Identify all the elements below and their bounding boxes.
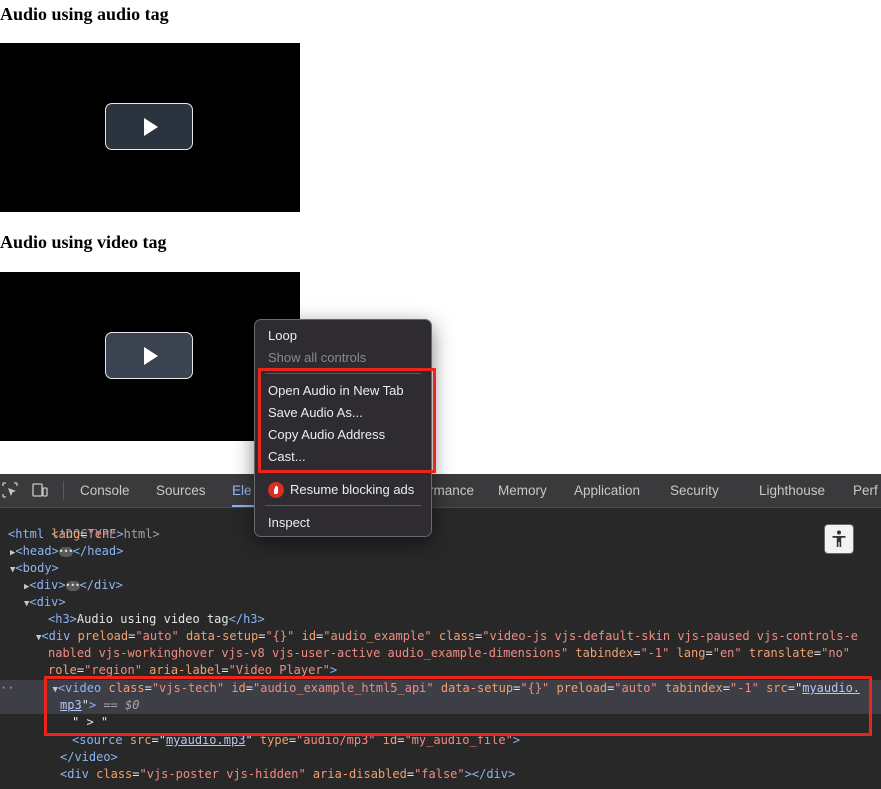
dom-line-poster[interactable]: <div class="vjs-poster vjs-hidden" aria-… [0, 766, 881, 783]
devtools-tab-bar: Console Sources Ele rmance Memory Applic… [0, 474, 881, 508]
dom-line-div-collapsed[interactable]: ▶<div>•••</div> [0, 577, 881, 594]
devtools-panel: Console Sources Ele rmance Memory Applic… [0, 474, 881, 789]
play-button[interactable] [105, 332, 193, 379]
dom-line-h3[interactable]: <h3>Audio using video tag</h3> [0, 611, 881, 628]
video-element-highlight-box [44, 676, 872, 736]
tab-security[interactable]: Security [670, 474, 719, 507]
menu-item-show-all-controls: Show all controls [268, 350, 367, 365]
play-button[interactable] [105, 103, 193, 150]
device-toolbar-icon[interactable] [32, 482, 48, 498]
dom-line-head[interactable]: ▶<head>•••</head> [0, 543, 881, 560]
heading-video-tag: Audio using video tag [0, 232, 167, 252]
audio-options-highlight-box [258, 368, 436, 473]
dom-line-html[interactable]: <html lang="en"> [0, 526, 881, 543]
tab-performance-insights[interactable]: Perf [853, 474, 878, 507]
dom-line-div-audio-example[interactable]: ▼<div preload="auto" data-setup="{}" id=… [0, 628, 881, 645]
dom-line-body[interactable]: ▼<body> [0, 560, 881, 577]
menu-item-inspect[interactable]: Inspect [268, 513, 310, 533]
menu-item-loop[interactable]: Loop [268, 326, 297, 346]
accessibility-icon [832, 530, 846, 547]
heading-audio-tag: Audio using audio tag [0, 4, 169, 24]
toolbar-divider [63, 481, 64, 500]
tab-sources[interactable]: Sources [156, 474, 206, 507]
play-icon [143, 117, 158, 136]
dom-line-video-close[interactable]: </video> [0, 749, 881, 766]
menu-separator [265, 505, 421, 506]
audio-tag-player[interactable] [0, 43, 300, 212]
dom-line-div-open[interactable]: ▼<div> [0, 594, 881, 611]
tab-performance[interactable]: rmance [429, 474, 474, 507]
tab-memory[interactable]: Memory [498, 474, 547, 507]
dom-line-div-audio-example-cont[interactable]: nabled vjs-workinghover vjs-v8 vjs-user-… [0, 645, 881, 662]
menu-item-resume-blocking-ads[interactable]: Resume blocking ads [290, 480, 414, 500]
accessibility-tree-button[interactable] [824, 524, 854, 554]
tab-application[interactable]: Application [574, 474, 640, 507]
tab-console[interactable]: Console [80, 474, 130, 507]
ellipsis-icon[interactable]: ••• [65, 580, 80, 591]
dom-line-doctype[interactable]: <!DOCTYPE html> [0, 509, 881, 541]
tab-lighthouse[interactable]: Lighthouse [759, 474, 825, 507]
tab-elements[interactable]: Ele [232, 474, 254, 507]
inspect-element-icon[interactable] [2, 482, 18, 498]
ellipsis-icon[interactable]: ••• [58, 546, 73, 557]
stop-hand-icon [268, 482, 284, 498]
play-icon [143, 346, 158, 365]
